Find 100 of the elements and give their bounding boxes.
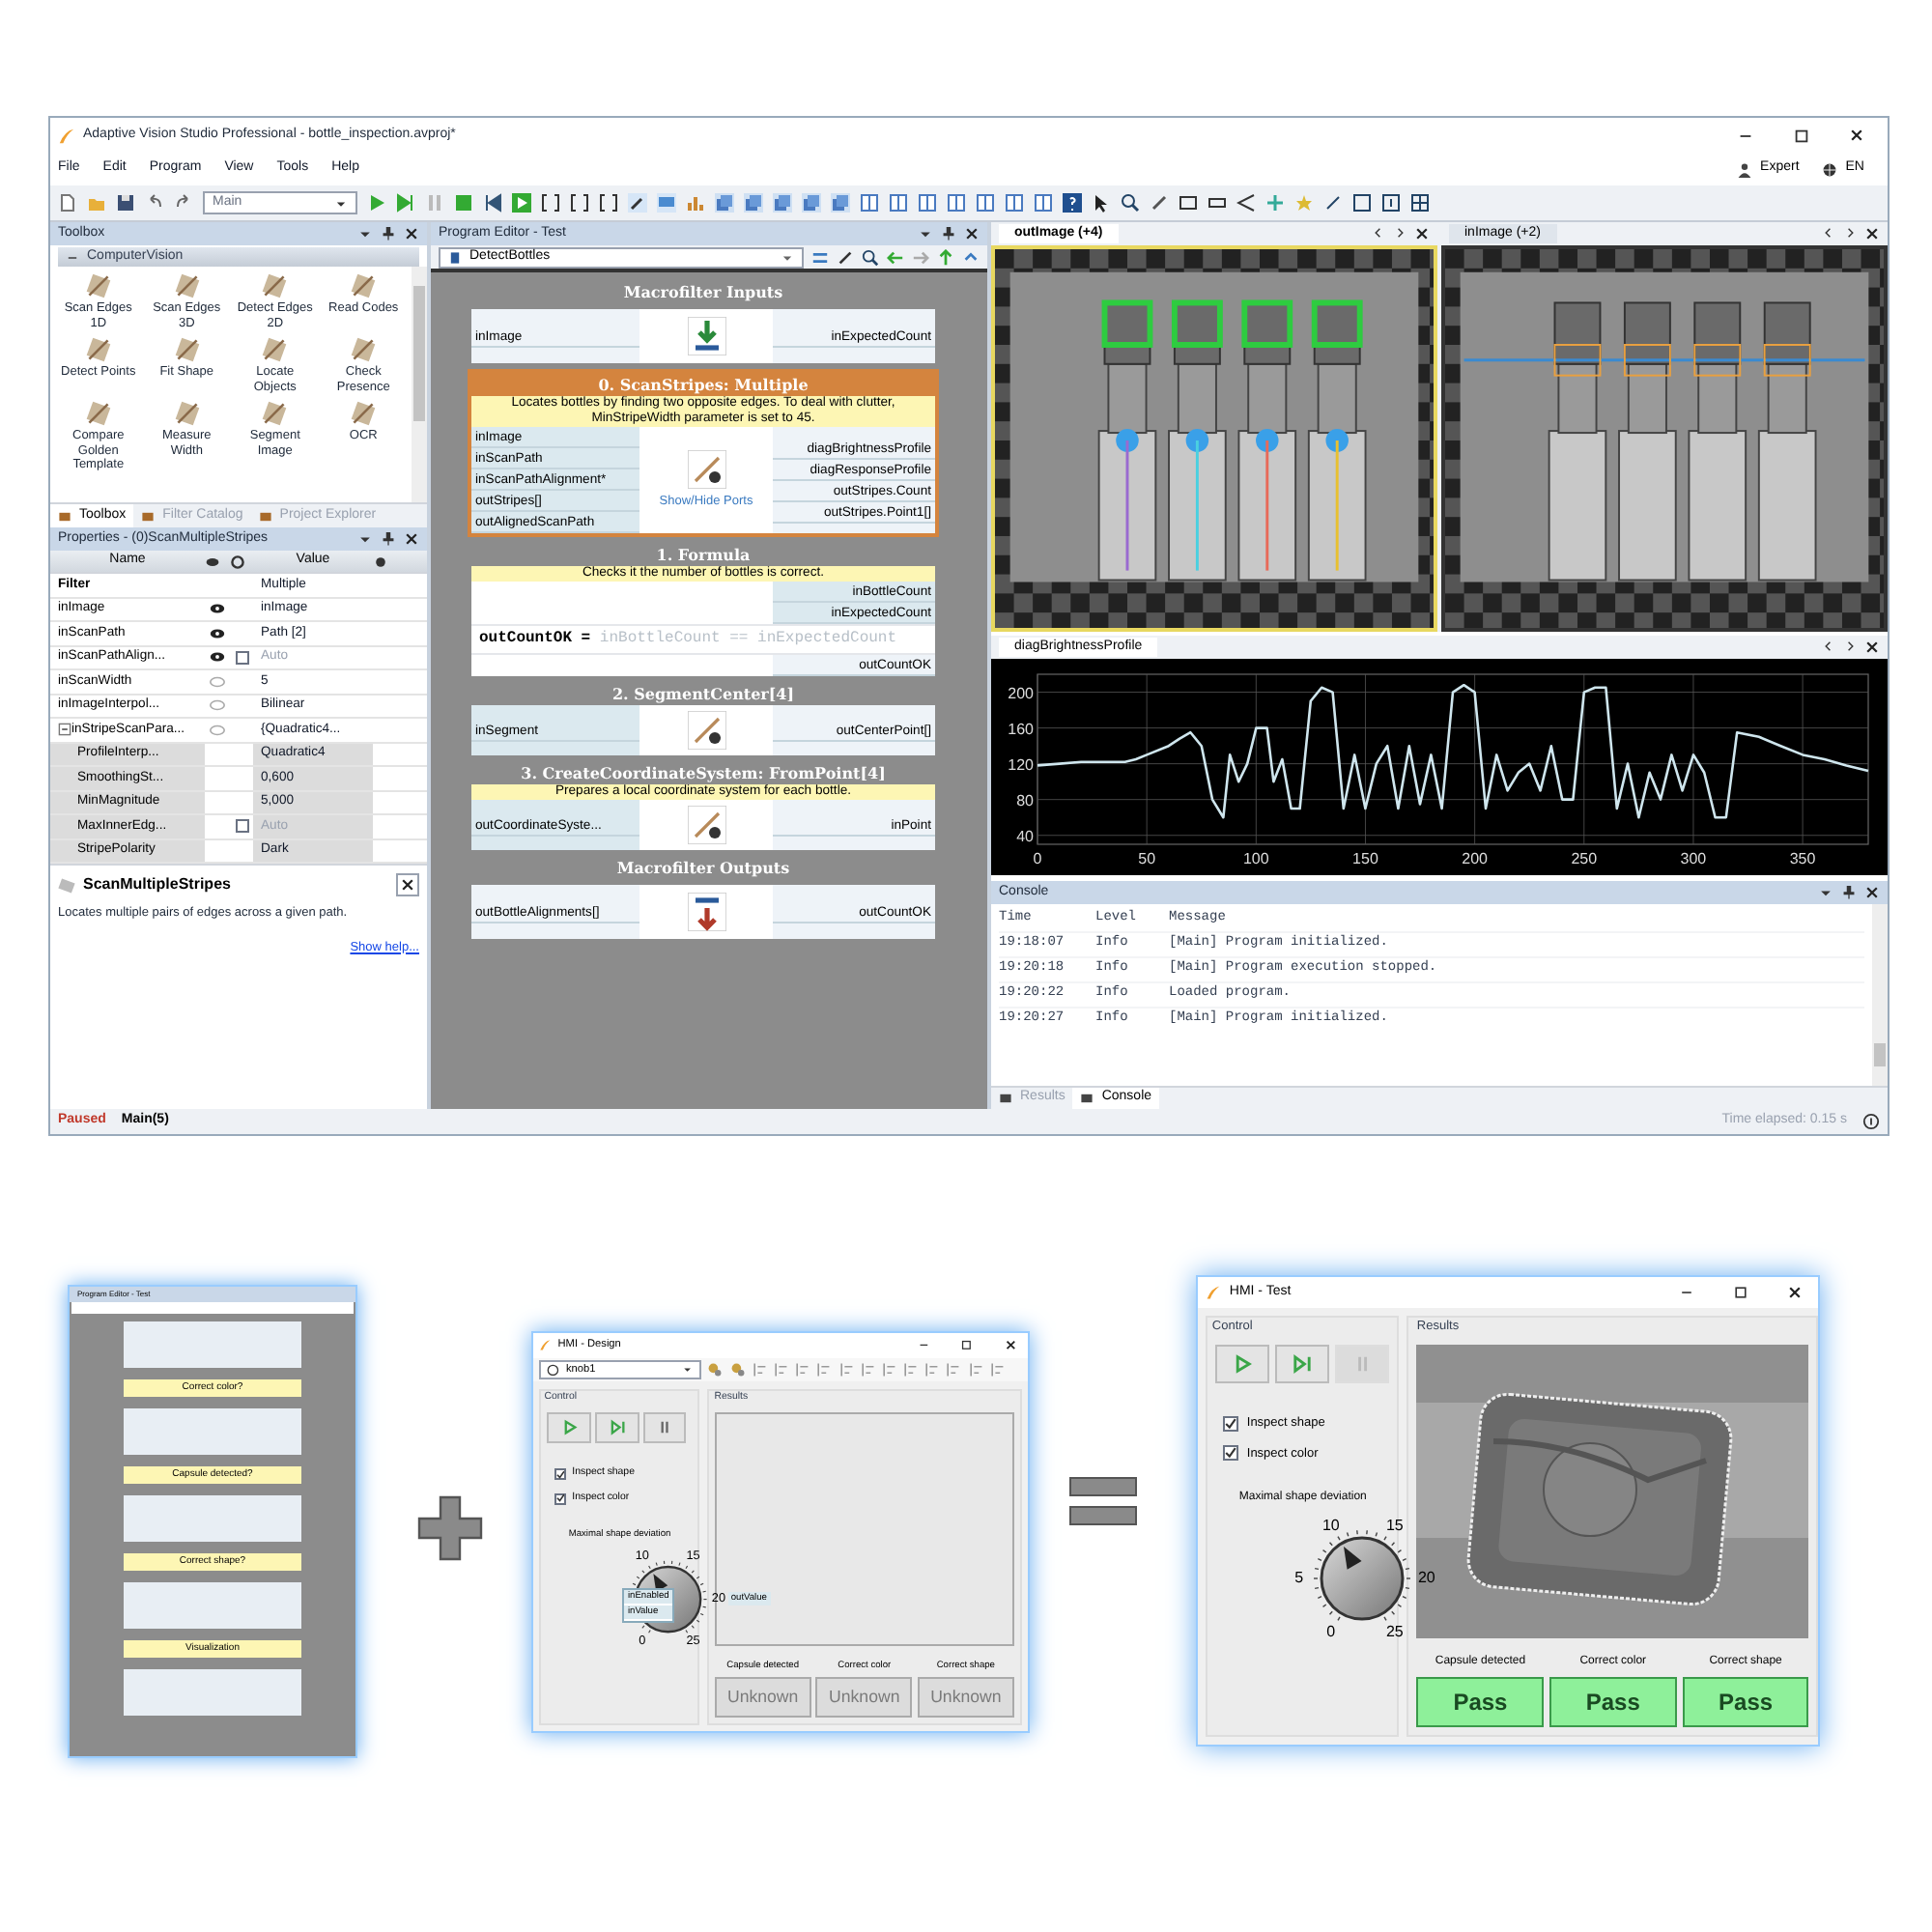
run-icon[interactable] xyxy=(512,193,531,213)
eye-icon[interactable] xyxy=(209,601,226,617)
scrollbar[interactable] xyxy=(412,267,427,502)
align-icon[interactable] xyxy=(880,1361,896,1378)
bar-chart-icon[interactable] xyxy=(686,193,705,213)
dropdown-icon xyxy=(682,1364,694,1376)
eye-icon[interactable] xyxy=(209,625,226,641)
layout-icon[interactable] xyxy=(1034,193,1053,213)
arrow-up-icon[interactable] xyxy=(937,248,954,266)
tool-icon[interactable] xyxy=(729,1361,746,1378)
checkbox[interactable] xyxy=(554,1492,566,1506)
tool-icon[interactable] xyxy=(707,1361,724,1378)
layout-icon[interactable] xyxy=(860,193,879,213)
layout-icon[interactable] xyxy=(947,193,966,213)
pin-icon[interactable] xyxy=(381,226,396,242)
collapse-icon[interactable] xyxy=(58,723,71,737)
checkbox[interactable] xyxy=(1223,1445,1239,1462)
pen-icon[interactable] xyxy=(1150,193,1169,213)
align-icon[interactable] xyxy=(945,1361,961,1378)
align-icon[interactable] xyxy=(815,1361,832,1378)
run-icon[interactable] xyxy=(367,193,386,213)
wrench-icon[interactable] xyxy=(628,193,647,213)
previous-icon[interactable] xyxy=(1822,639,1835,653)
pause-button[interactable] xyxy=(642,1411,687,1443)
align-icon[interactable] xyxy=(967,1361,983,1378)
step-icon[interactable] xyxy=(396,193,415,213)
close-icon[interactable] xyxy=(1414,226,1430,242)
scrollbar[interactable] xyxy=(1872,904,1888,1086)
rewind-icon[interactable] xyxy=(483,193,502,213)
next-icon[interactable] xyxy=(1843,226,1857,240)
help-icon[interactable] xyxy=(1063,193,1082,213)
previous-icon[interactable] xyxy=(1822,226,1835,240)
close-icon[interactable] xyxy=(400,877,415,893)
wrench-icon[interactable] xyxy=(837,248,854,266)
filter-block[interactable] xyxy=(468,369,939,537)
grid-icon[interactable] xyxy=(1410,193,1430,213)
info-icon[interactable] xyxy=(1862,1113,1880,1130)
minimize-icon[interactable] xyxy=(917,1339,930,1351)
pin-icon[interactable] xyxy=(381,531,396,547)
bracket-icon[interactable] xyxy=(570,193,589,213)
align-icon[interactable] xyxy=(923,1361,940,1378)
info-panel-icon[interactable] xyxy=(1381,193,1401,213)
pin-icon[interactable] xyxy=(941,226,956,242)
step-button[interactable] xyxy=(595,1411,639,1443)
close-icon[interactable] xyxy=(404,226,419,242)
close-icon[interactable] xyxy=(1864,885,1880,900)
play-button[interactable] xyxy=(547,1411,591,1443)
layout-icon[interactable] xyxy=(976,193,995,213)
save-icon[interactable] xyxy=(116,193,135,213)
box-icon[interactable] xyxy=(1208,193,1227,213)
close-icon[interactable] xyxy=(964,226,980,242)
search-icon[interactable] xyxy=(862,248,879,266)
stop-icon[interactable] xyxy=(454,193,473,213)
pin-icon[interactable] xyxy=(1841,885,1857,900)
search-icon[interactable] xyxy=(1121,193,1140,213)
close-icon[interactable] xyxy=(404,531,419,547)
dropdown-icon[interactable] xyxy=(918,226,933,242)
align-icon[interactable] xyxy=(859,1361,875,1378)
close-icon[interactable] xyxy=(1864,639,1880,655)
next-icon[interactable] xyxy=(1393,226,1406,240)
undo-icon[interactable] xyxy=(145,193,164,213)
maximize-icon[interactable] xyxy=(960,1339,974,1351)
align-icon[interactable] xyxy=(902,1361,919,1378)
dropdown-icon[interactable] xyxy=(357,531,373,547)
close-icon[interactable] xyxy=(1864,226,1880,242)
maximize-icon[interactable] xyxy=(1793,127,1810,144)
play-button[interactable] xyxy=(1215,1344,1270,1383)
align-icon[interactable] xyxy=(751,1361,767,1378)
monitor-icon[interactable] xyxy=(657,193,676,213)
align-icon[interactable] xyxy=(838,1361,853,1378)
next-icon[interactable] xyxy=(1843,639,1857,653)
layout-icon[interactable] xyxy=(1005,193,1024,213)
checkbox[interactable] xyxy=(1223,1415,1239,1432)
pointer-icon[interactable] xyxy=(1092,193,1111,213)
layout-icon[interactable] xyxy=(889,193,908,213)
dropdown-icon[interactable] xyxy=(357,226,373,242)
bracket-icon[interactable] xyxy=(599,193,618,213)
arrow-left-icon[interactable] xyxy=(887,248,904,266)
align-icon[interactable] xyxy=(988,1361,1005,1378)
align-icon[interactable] xyxy=(794,1361,810,1378)
bracket-icon[interactable] xyxy=(541,193,560,213)
layout-icon[interactable] xyxy=(918,193,937,213)
angle-icon[interactable] xyxy=(1236,193,1256,213)
close-icon[interactable] xyxy=(1849,127,1864,142)
new-file-icon[interactable] xyxy=(58,193,77,213)
previous-icon[interactable] xyxy=(1372,226,1385,240)
align-icon[interactable] xyxy=(772,1361,788,1378)
redo-icon[interactable] xyxy=(174,193,193,213)
checkbox[interactable] xyxy=(554,1468,566,1481)
step-button[interactable] xyxy=(1275,1344,1330,1383)
resize-icon[interactable] xyxy=(1323,193,1343,213)
maximize-icon[interactable] xyxy=(1733,1285,1749,1300)
rectangle-icon[interactable] xyxy=(1179,193,1198,213)
panel-icon[interactable] xyxy=(1352,193,1372,213)
star-icon[interactable] xyxy=(1294,193,1314,213)
dropdown-icon[interactable] xyxy=(1818,885,1833,900)
close-icon[interactable] xyxy=(1787,1285,1804,1300)
collapse-up-icon[interactable] xyxy=(962,248,980,266)
close-icon[interactable] xyxy=(1004,1339,1017,1351)
swap-icon[interactable] xyxy=(811,248,829,266)
